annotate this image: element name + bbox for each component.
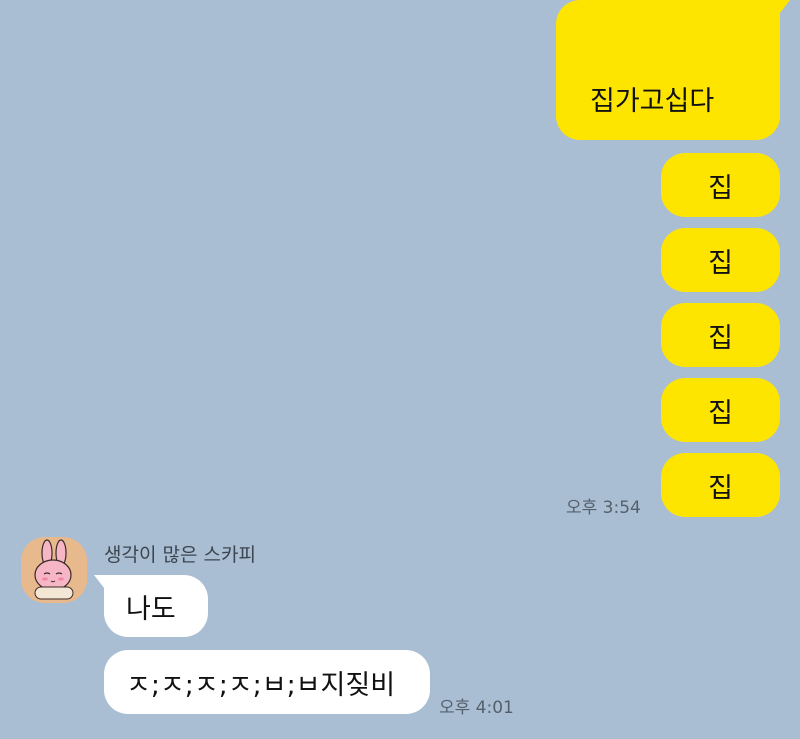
message-text: ㅈ;ㅈ;ㅈ;ㅈ;ㅂ;ㅂ지짖비 xyxy=(126,669,396,701)
incoming-message[interactable]: 나도 xyxy=(94,575,208,637)
message-text: 집 xyxy=(708,472,733,504)
outgoing-message[interactable]: 집가고십다 xyxy=(556,0,790,140)
profile-avatar[interactable] xyxy=(21,537,87,603)
message-timestamp: 오후 4:01 xyxy=(439,698,514,718)
incoming-message[interactable]: ㅈ;ㅈ;ㅈ;ㅈ;ㅂ;ㅂ지짖비 xyxy=(104,650,430,714)
rabbit-avatar-icon xyxy=(21,537,87,603)
message-text: 집 xyxy=(708,172,733,204)
outgoing-message[interactable]: 집 xyxy=(661,378,780,442)
sender-name: 생각이 많은 스카피 xyxy=(104,544,256,566)
message-text: 집가고십다 xyxy=(590,86,715,117)
outgoing-message[interactable]: 집 xyxy=(661,303,780,367)
outgoing-message[interactable]: 집 xyxy=(661,153,780,217)
message-timestamp: 오후 3:54 xyxy=(566,498,641,518)
chat-area: 집가고십다 집 집 집 집 집 오후 3:54 생각이 많은 스카피 나도 ㅈ;… xyxy=(0,0,800,739)
message-text: 나도 xyxy=(126,593,176,625)
message-text: 집 xyxy=(708,322,733,354)
outgoing-message[interactable]: 집 xyxy=(661,453,780,517)
message-text: 집 xyxy=(708,247,733,279)
message-text: 집 xyxy=(708,397,733,429)
outgoing-message[interactable]: 집 xyxy=(661,228,780,292)
